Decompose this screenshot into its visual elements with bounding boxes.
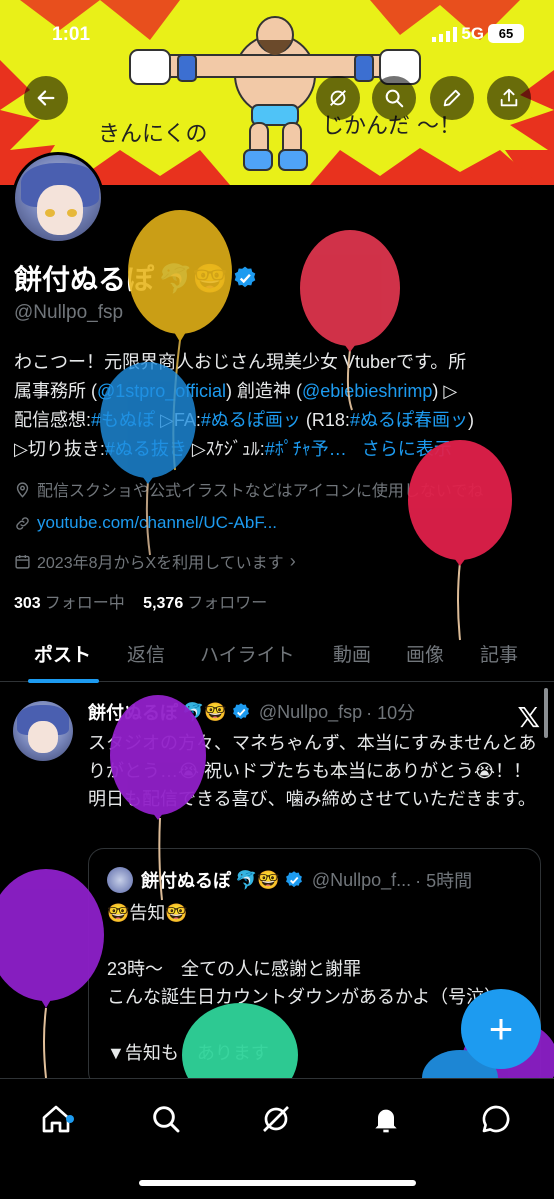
profile-bio: わこつー！元限界商人おじさん現美少女 Vtuberです。所 属事務所 (@1st… <box>14 348 540 464</box>
status-time: 1:01 <box>52 24 91 45</box>
post-text: スタジオの方々、マネちゃんず、本当にすみませんとありがとう…😭 祝いドブたちも本… <box>88 733 537 809</box>
bio-text: ) 創造神 ( <box>226 381 303 401</box>
profile-avatar[interactable] <box>12 152 104 244</box>
notification-dot <box>66 1115 74 1123</box>
bio-hashtag-link[interactable]: #ぬるぽ春画ッ <box>350 410 468 430</box>
post-header: 餅付ぬるぽ 🐬🤓 @Nullpo_fsp · 10分 <box>88 699 415 725</box>
verified-badge-icon[interactable] <box>232 265 258 291</box>
active-tab-indicator <box>28 679 99 683</box>
nav-notifications[interactable] <box>366 1099 406 1139</box>
joined-row[interactable]: 2023年8月からXを利用しています › <box>14 549 296 573</box>
back-button[interactable] <box>24 76 68 120</box>
following-link[interactable]: 303 フォロー中 <box>14 595 125 612</box>
balloon-red-right <box>408 440 512 641</box>
signal-icon <box>432 27 457 42</box>
bio-text: ) ▷ <box>432 381 458 401</box>
quoted-time: · 5時間 <box>415 871 473 891</box>
bio-mention-link[interactable]: @ebiebieshrimp <box>302 381 432 401</box>
bio-text: わこつー！元限界商人おじさん現美少女 Vtuberです。所 <box>14 352 467 372</box>
battery-icon: 65 <box>488 24 524 43</box>
post-author-name[interactable]: 餅付ぬるぽ <box>88 699 178 725</box>
network-label: 5G <box>461 24 484 43</box>
grok-icon <box>330 90 346 106</box>
compose-button[interactable]: + <box>461 989 541 1069</box>
bell-icon <box>375 1109 397 1133</box>
profile-tabs: ポスト 返信 ハイライト 動画 画像 記事 <box>0 630 554 683</box>
arrow-left-icon <box>37 90 55 106</box>
bio-text: ▷切り抜き: <box>14 439 105 459</box>
location-text: 配信スクショや公式イラストなどはアイコンに使用しないでね <box>37 483 484 500</box>
post-time: · 10分 <box>366 703 416 723</box>
name-emojis: 🐬🤓 <box>158 262 228 294</box>
quoted-author-handle: @Nullpo_f... <box>311 869 412 890</box>
following-count: 303 <box>14 595 41 612</box>
joined-text: 2023年8月からXを利用しています <box>37 555 284 572</box>
nav-messages[interactable] <box>476 1099 516 1139</box>
followers-label: フォロワー <box>187 595 268 612</box>
bio-text: (R18: <box>300 410 350 430</box>
quoted-author-name: 餅付ぬるぽ <box>141 871 231 891</box>
tab-articles[interactable]: 記事 <box>480 640 518 667</box>
verified-badge-icon <box>232 703 249 720</box>
pencil-icon <box>443 89 461 107</box>
following-label: フォロー中 <box>44 595 125 612</box>
post-author-handle: @Nullpo_fsp <box>258 701 363 722</box>
tab-highlights[interactable]: ハイライト <box>200 640 295 667</box>
scrollbar[interactable] <box>544 688 548 738</box>
bio-hashtag-link[interactable]: #ぬる抜き <box>105 439 187 459</box>
bio-text: ▷FA: <box>155 410 201 430</box>
search-icon <box>385 89 404 108</box>
followers-link[interactable]: 5,376 フォロワー <box>143 595 267 612</box>
nav-grok[interactable] <box>256 1099 296 1139</box>
tab-media[interactable]: 画像 <box>406 640 444 667</box>
chat-bubble-icon <box>482 1105 510 1133</box>
banner-caption-left: きんにくの <box>98 122 208 147</box>
website-link[interactable]: youtube.com/channel/UC-AbF... <box>37 513 277 533</box>
website-row: youtube.com/channel/UC-AbF... <box>14 513 277 533</box>
search-button[interactable] <box>372 76 416 120</box>
tab-videos[interactable]: 動画 <box>333 640 371 667</box>
bio-hashtag-link[interactable]: #ﾎﾟﾁｬ予… <box>265 439 347 459</box>
calendar-icon <box>15 554 30 569</box>
chevron-right-icon: › <box>289 550 296 571</box>
bio-text: ▷ｽｹｼﾞｭﾙ: <box>186 439 265 459</box>
post-author-emojis: 🐬🤓 <box>182 701 227 722</box>
home-indicator <box>139 1180 416 1186</box>
nav-home[interactable] <box>36 1099 76 1139</box>
profile-handle: @Nullpo_fsp <box>14 302 124 323</box>
quoted-header: 餅付ぬるぽ 🐬🤓 @Nullpo_f... · 5時間 <box>141 867 472 893</box>
show-more-link[interactable]: さらに表示 <box>362 439 452 459</box>
tab-posts[interactable]: ポスト <box>34 640 91 667</box>
grok-icon <box>263 1106 289 1132</box>
follow-stats: 303 フォロー中 5,376 フォロワー <box>14 589 267 613</box>
quoted-avatar <box>107 867 133 893</box>
bio-hashtag-link[interactable]: #もぬぽ <box>91 410 155 430</box>
status-bar: 1:01 5G 65 <box>0 0 554 56</box>
search-icon <box>153 1106 180 1133</box>
bio-mention-link[interactable]: @1stpro_official <box>97 381 226 401</box>
link-icon <box>16 516 29 530</box>
followers-count: 5,376 <box>143 595 184 612</box>
location-pin-icon <box>16 481 29 498</box>
bio-text: ) <box>467 410 474 430</box>
grok-button[interactable] <box>316 76 360 120</box>
profile-name: 餅付ぬるぽ 🐬🤓 <box>14 258 258 298</box>
bio-text: 配信感想: <box>14 410 92 430</box>
edit-button[interactable] <box>430 76 474 120</box>
share-button[interactable] <box>487 76 531 120</box>
verified-badge-icon <box>285 871 302 888</box>
bio-text: 属事務所 ( <box>14 381 97 401</box>
nav-search[interactable] <box>146 1099 186 1139</box>
location-row: 配信スクショや公式イラストなどはアイコンに使用しないでね <box>14 477 483 501</box>
display-name: 餅付ぬるぽ <box>14 264 155 295</box>
share-icon <box>500 88 518 107</box>
post-avatar[interactable] <box>13 701 73 761</box>
tab-replies[interactable]: 返信 <box>127 640 165 667</box>
bio-hashtag-link[interactable]: #ぬるぽ画ッ <box>201 410 301 430</box>
quoted-author-emojis: 🐬🤓 <box>235 869 280 890</box>
